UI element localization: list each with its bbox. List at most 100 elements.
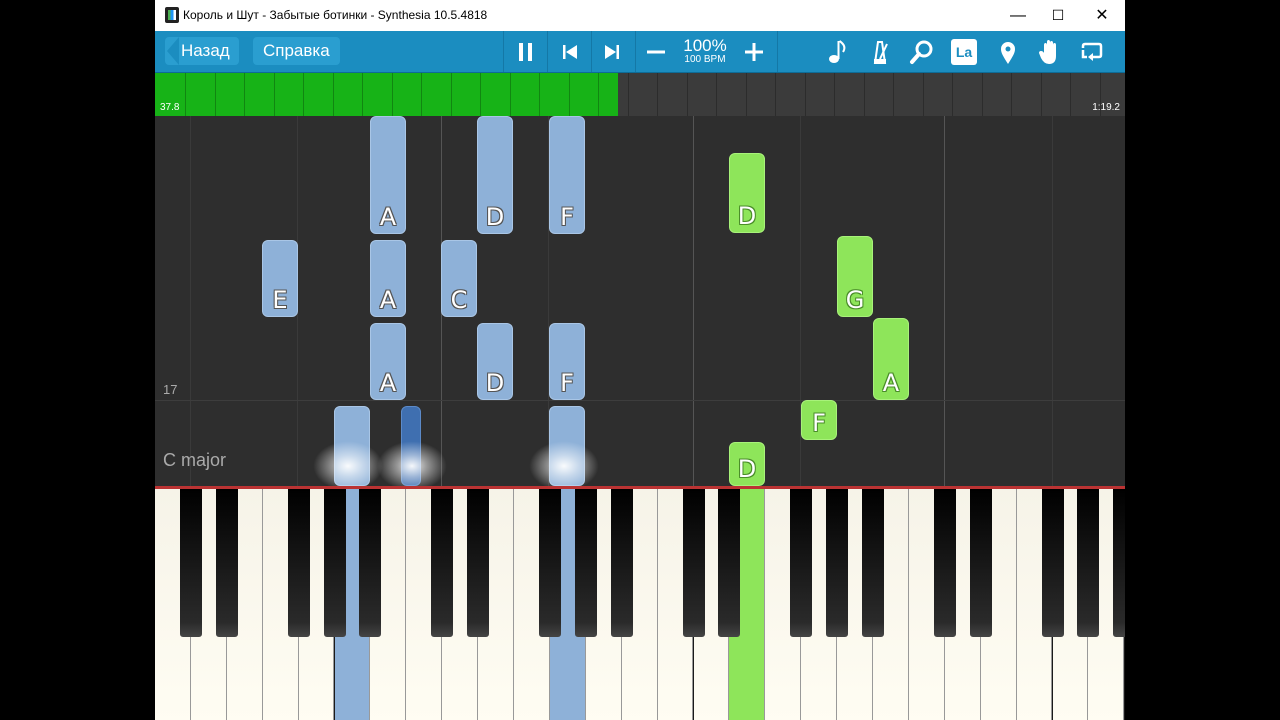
progress-tick	[981, 73, 983, 116]
hit-glow	[529, 441, 599, 486]
piano-keyboard[interactable]	[155, 486, 1125, 720]
window-title: Король и Шут - Забытые ботинки - Synthes…	[183, 8, 488, 22]
note-block: E	[262, 240, 298, 317]
progress-tick	[598, 73, 599, 116]
back-button[interactable]: Назад	[165, 37, 239, 65]
black-key[interactable]	[610, 489, 633, 637]
pause-icon[interactable]	[511, 37, 541, 67]
black-key[interactable]	[1041, 489, 1064, 637]
black-key[interactable]	[359, 489, 382, 637]
black-key[interactable]	[1077, 489, 1100, 637]
note-block: F	[549, 323, 585, 400]
hit-glow	[313, 441, 383, 486]
black-key[interactable]	[215, 489, 238, 637]
note-block: D	[477, 323, 513, 400]
note-block: A	[873, 318, 909, 400]
progress-tick	[657, 73, 658, 116]
black-key[interactable]	[718, 489, 741, 637]
toolbar: Назад Справка 100% 100 BPM La	[155, 31, 1125, 73]
progress-tick	[627, 73, 629, 116]
note-label: E	[272, 286, 288, 314]
black-key[interactable]	[969, 489, 992, 637]
marker-icon[interactable]	[993, 37, 1023, 67]
note-block: A	[370, 323, 406, 400]
note-label: F	[812, 409, 826, 437]
progress-tick	[863, 73, 865, 116]
note-block: D	[729, 442, 765, 486]
minus-icon[interactable]	[641, 37, 671, 67]
note-block: A	[370, 240, 406, 317]
progress-tick	[450, 73, 452, 116]
note-label: D	[737, 455, 757, 483]
speed-display: 100% 100 BPM	[677, 37, 733, 66]
black-key[interactable]	[467, 489, 490, 637]
metronome-icon[interactable]	[865, 37, 895, 67]
help-button-label: Справка	[263, 41, 330, 60]
progress-tick	[303, 73, 304, 116]
progress-tick	[745, 73, 747, 116]
back-button-label: Назад	[181, 41, 230, 60]
note-icon[interactable]	[823, 37, 853, 67]
measure-line	[155, 400, 1125, 401]
zoom-icon[interactable]	[907, 37, 937, 67]
progress-tick	[686, 73, 688, 116]
close-button[interactable]: ✕	[1079, 0, 1125, 31]
plus-icon[interactable]	[739, 37, 769, 67]
progress-tick	[509, 73, 511, 116]
progress-tick	[775, 73, 776, 116]
progress-tick	[332, 73, 334, 116]
progress-tick	[391, 73, 393, 116]
note-block: A	[370, 116, 406, 234]
note-label: A	[379, 369, 397, 397]
note-label: C	[450, 286, 468, 314]
progress-tick	[214, 73, 216, 116]
progress-tick	[952, 73, 953, 116]
progress-tick	[834, 73, 835, 116]
loop-icon[interactable]	[1077, 37, 1107, 67]
note-label: F	[560, 369, 574, 397]
progress-bar[interactable]: 37.8 1:19.2	[155, 73, 1125, 116]
progress-tick	[1011, 73, 1012, 116]
note-block: C	[441, 240, 477, 317]
progress-tick	[893, 73, 894, 116]
black-key[interactable]	[574, 489, 597, 637]
back-arrow-icon	[167, 37, 179, 65]
progress-tick	[922, 73, 924, 116]
note-block: D	[729, 153, 765, 233]
black-key[interactable]	[933, 489, 956, 637]
note-block: F	[549, 116, 585, 234]
black-key[interactable]	[323, 489, 346, 637]
black-key[interactable]	[682, 489, 705, 637]
black-key[interactable]	[826, 489, 849, 637]
skip-back-icon[interactable]	[555, 37, 585, 67]
note-label: A	[379, 286, 397, 314]
black-key[interactable]	[862, 489, 884, 637]
grid-line	[944, 116, 945, 486]
note-label: A	[379, 203, 397, 231]
hand-icon[interactable]	[1035, 37, 1065, 67]
skip-forward-icon[interactable]	[597, 37, 627, 67]
piano-roll: 17 C major A D F D E A C G A D F A F D	[155, 116, 1125, 486]
note-label: D	[485, 369, 505, 397]
progress-tick	[539, 73, 540, 116]
speed-bpm: 100 BPM	[684, 54, 726, 65]
note-label: G	[845, 286, 865, 314]
black-key[interactable]	[790, 489, 813, 637]
progress-tick	[1070, 73, 1071, 116]
black-key[interactable]	[431, 489, 454, 637]
progress-fill	[155, 73, 618, 116]
progress-tick	[716, 73, 717, 116]
black-key[interactable]	[538, 489, 561, 637]
black-key[interactable]	[179, 489, 202, 637]
note-block: G	[837, 236, 873, 317]
grid-line	[693, 116, 694, 486]
maximize-button[interactable]: ☐	[1035, 0, 1081, 31]
black-key[interactable]	[287, 489, 310, 637]
label-icon[interactable]: La	[951, 39, 977, 65]
help-button[interactable]: Справка	[253, 37, 340, 65]
progress-tick	[480, 73, 481, 116]
progress-tick	[244, 73, 245, 116]
black-key[interactable]	[1113, 489, 1125, 637]
speed-percent: 100%	[683, 36, 727, 55]
hit-glow	[377, 441, 447, 486]
